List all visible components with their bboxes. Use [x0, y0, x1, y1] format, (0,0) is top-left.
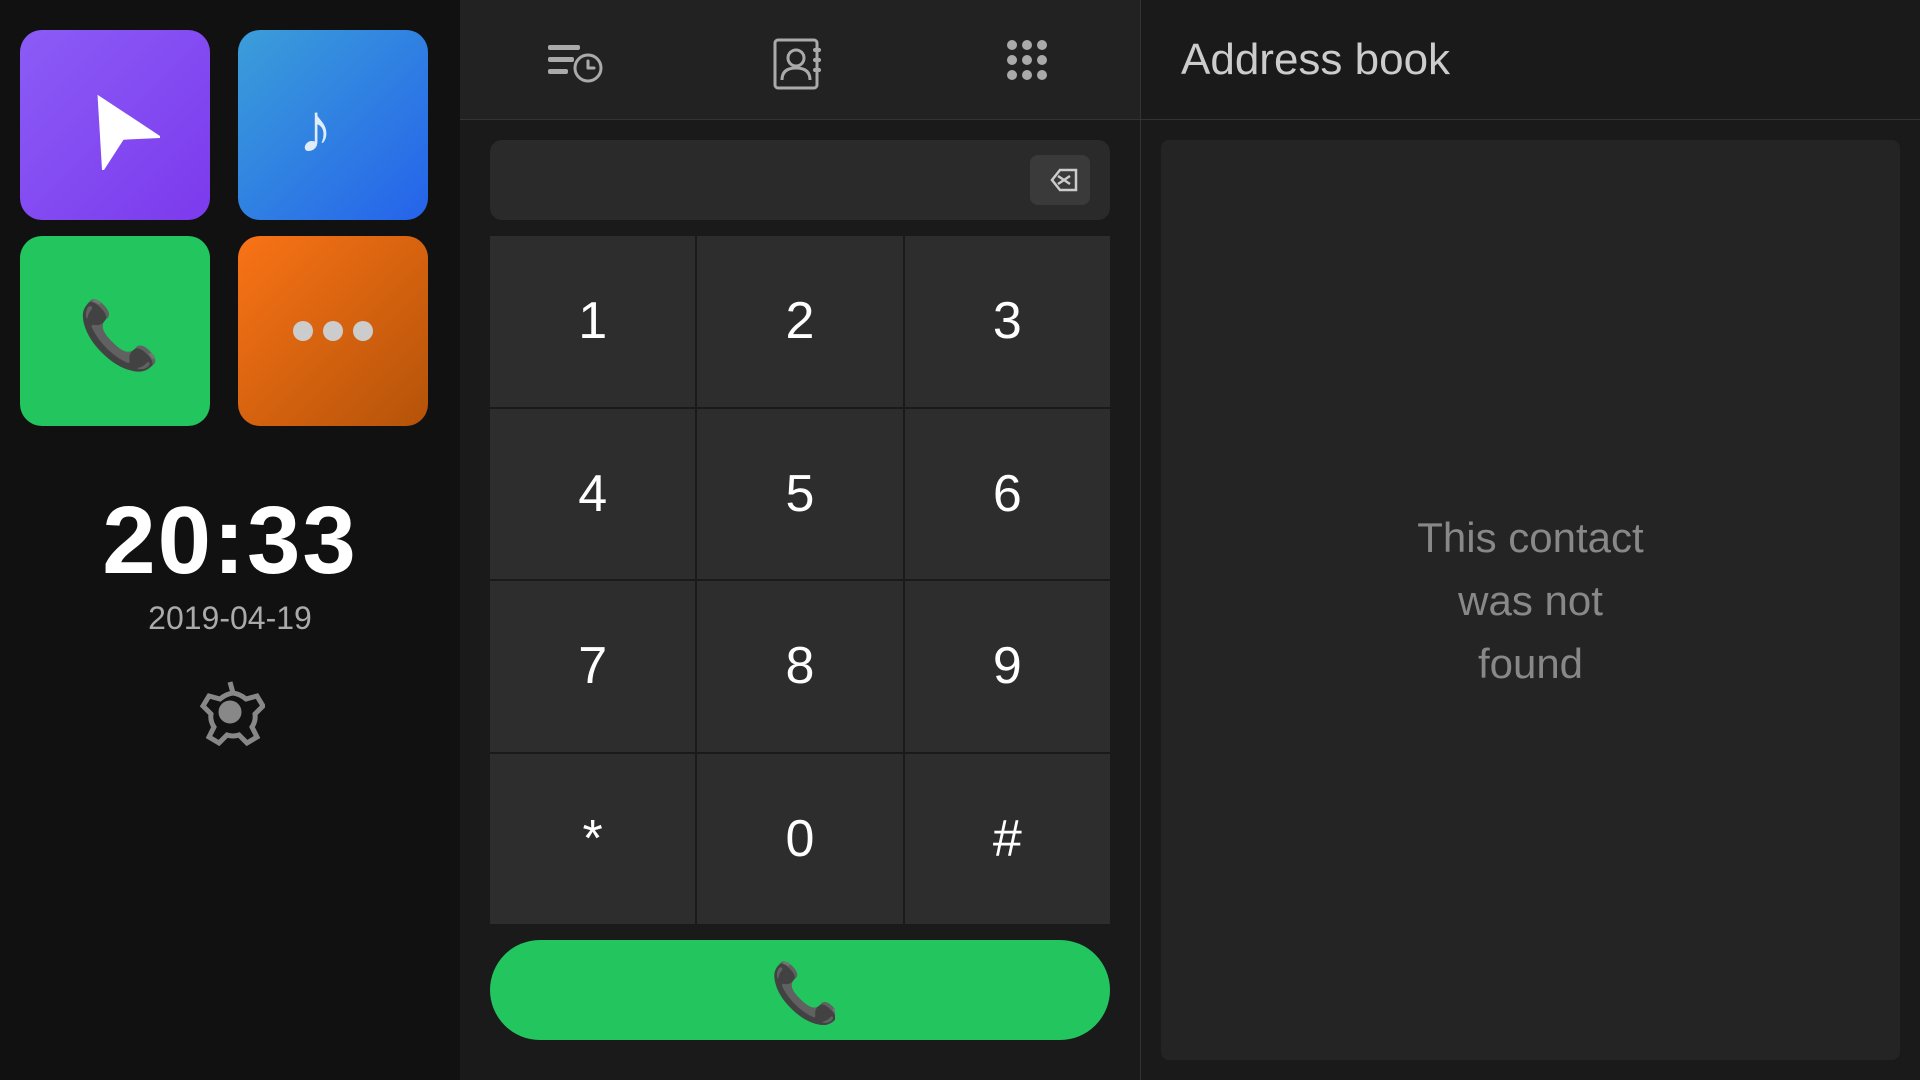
- app-tile-more[interactable]: [238, 236, 428, 426]
- music-icon: ♪: [288, 80, 378, 170]
- clock-date: 2019-04-19: [148, 600, 312, 637]
- keypad: 1 2 3 4 5 6 7 8 9 * 0 #: [490, 236, 1110, 924]
- backspace-icon: [1042, 166, 1078, 194]
- address-book-title: Address book: [1181, 35, 1450, 85]
- address-book-header: Address book: [1141, 0, 1920, 120]
- center-panel: 1 2 3 4 5 6 7 8 9 * 0 # 📞: [460, 0, 1140, 1080]
- more-dots-icon: [288, 316, 378, 346]
- app-tile-navigation[interactable]: [20, 30, 210, 220]
- dialpad-button[interactable]: [987, 20, 1067, 100]
- key-2[interactable]: 2: [697, 236, 902, 407]
- phone-icon-green: 📞: [70, 286, 160, 376]
- contacts-button[interactable]: [760, 20, 840, 100]
- key-7[interactable]: 7: [490, 581, 695, 752]
- gear-icon: [195, 677, 265, 747]
- key-4[interactable]: 4: [490, 409, 695, 580]
- contacts-icon: [770, 30, 830, 90]
- key-9[interactable]: 9: [905, 581, 1110, 752]
- key-hash[interactable]: #: [905, 754, 1110, 925]
- dialpad-icon: [997, 30, 1057, 90]
- app-tile-phone[interactable]: 📞: [20, 236, 210, 426]
- navigation-icon: [70, 80, 160, 170]
- app-grid: ♪ 📞: [20, 30, 440, 426]
- right-panel: Address book This contactwas notfound: [1140, 0, 1920, 1080]
- top-nav: [460, 0, 1140, 120]
- settings-button[interactable]: [195, 677, 265, 752]
- clock-time: 20:33: [102, 486, 358, 596]
- backspace-button[interactable]: [1030, 155, 1090, 205]
- not-found-message: This contactwas notfound: [1417, 506, 1643, 695]
- key-3[interactable]: 3: [905, 236, 1110, 407]
- left-panel: ♪ 📞 20:33 2019-04-19: [0, 0, 460, 1080]
- recent-calls-icon: [543, 30, 603, 90]
- key-star[interactable]: *: [490, 754, 695, 925]
- key-1[interactable]: 1: [490, 236, 695, 407]
- svg-text:♪: ♪: [298, 89, 333, 167]
- display-bar: [490, 140, 1110, 220]
- clock-section: 20:33 2019-04-19: [102, 486, 358, 637]
- key-5[interactable]: 5: [697, 409, 902, 580]
- call-button-icon: 📞: [765, 955, 835, 1025]
- recent-calls-button[interactable]: [533, 20, 613, 100]
- app-tile-music[interactable]: ♪: [238, 30, 428, 220]
- address-book-content: This contactwas notfound: [1161, 140, 1900, 1060]
- dialer-area: 1 2 3 4 5 6 7 8 9 * 0 # 📞: [460, 120, 1140, 1080]
- key-6[interactable]: 6: [905, 409, 1110, 580]
- svg-text:📞: 📞: [770, 956, 835, 1025]
- key-8[interactable]: 8: [697, 581, 902, 752]
- key-0[interactable]: 0: [697, 754, 902, 925]
- call-button[interactable]: 📞: [490, 940, 1110, 1040]
- svg-text:📞: 📞: [78, 294, 160, 373]
